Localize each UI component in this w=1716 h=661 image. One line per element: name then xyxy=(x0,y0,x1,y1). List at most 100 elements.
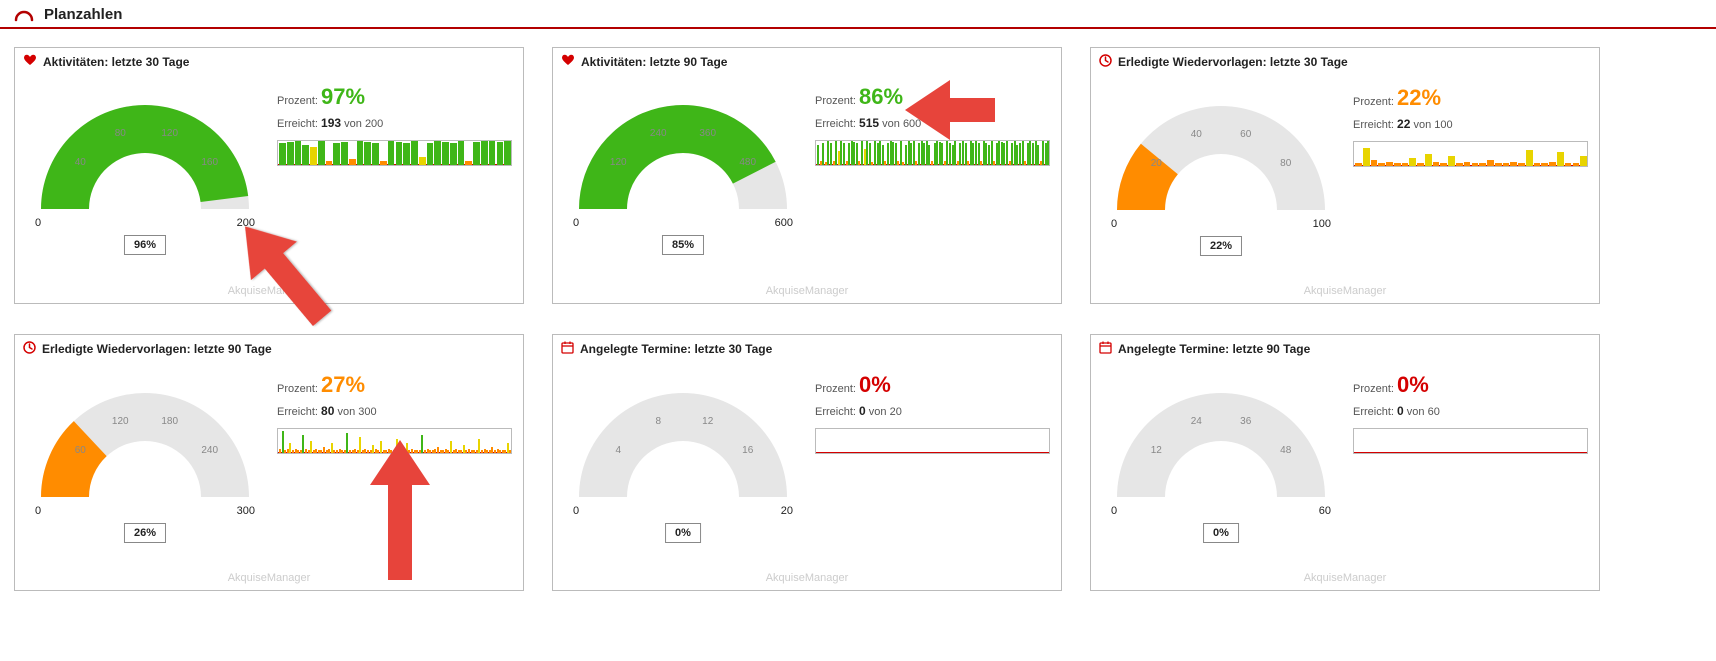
heart-icon xyxy=(23,54,37,69)
gauge-chart: 60120180240 0 300 26% xyxy=(25,367,265,557)
stats-panel: Prozent: 0% Erreicht: 0 von 20 xyxy=(815,367,1051,557)
percent-value: 0% xyxy=(859,372,891,397)
svg-text:12: 12 xyxy=(1151,445,1163,456)
reached-value: 193 xyxy=(321,116,341,130)
watermark: AkquiseManager xyxy=(1091,285,1599,297)
axis-max: 60 xyxy=(1319,505,1331,517)
percent-row: Prozent: 86% xyxy=(815,79,1051,114)
axis-max: 100 xyxy=(1313,218,1331,230)
reached-row: Erreicht: 193 von 200 xyxy=(277,114,513,134)
percent-value: 97% xyxy=(321,84,365,109)
svg-text:80: 80 xyxy=(115,128,127,139)
reached-value: 515 xyxy=(859,116,879,130)
card-header: Aktivitäten: letzte 30 Tage xyxy=(15,48,523,79)
metric-card-act30: Aktivitäten: letzte 30 Tage 4080120160 0… xyxy=(14,47,524,304)
svg-text:240: 240 xyxy=(650,128,667,139)
stats-panel: Prozent: 27% Erreicht: 80 von 300 xyxy=(277,367,513,557)
reached-row: Erreicht: 80 von 300 xyxy=(277,402,513,422)
svg-text:240: 240 xyxy=(201,445,218,456)
percent-row: Prozent: 0% xyxy=(1353,367,1589,402)
reached-value: 22 xyxy=(1397,117,1410,131)
svg-text:120: 120 xyxy=(610,157,627,168)
card-title: Angelegte Termine: letzte 90 Tage xyxy=(1118,342,1310,356)
svg-text:80: 80 xyxy=(1280,158,1292,169)
card-title: Erledigte Wiedervorlagen: letzte 30 Tage xyxy=(1118,55,1348,69)
axis-max: 20 xyxy=(781,505,793,517)
stats-panel: Prozent: 86% Erreicht: 515 von 600 xyxy=(815,79,1051,269)
target-value: 60 xyxy=(1428,406,1440,418)
percent-label: Prozent: xyxy=(1353,383,1394,395)
svg-text:160: 160 xyxy=(201,157,218,168)
stats-panel: Prozent: 22% Erreicht: 22 von 100 xyxy=(1353,80,1589,270)
card-title: Aktivitäten: letzte 30 Tage xyxy=(43,55,189,69)
svg-text:120: 120 xyxy=(112,416,129,427)
svg-text:12: 12 xyxy=(702,416,714,427)
von-label: von xyxy=(344,118,362,130)
gauge-chart: 4080120160 0 200 96% xyxy=(25,79,265,269)
svg-text:180: 180 xyxy=(161,416,178,427)
gauge-chart: 481216 0 20 0% xyxy=(563,367,803,557)
percent-value: 86% xyxy=(859,84,903,109)
reached-row: Erreicht: 0 von 60 xyxy=(1353,402,1589,422)
von-label: von xyxy=(1407,406,1425,418)
axis-min: 0 xyxy=(1111,505,1117,517)
stats-panel: Prozent: 97% Erreicht: 193 von 200 xyxy=(277,79,513,269)
target-value: 600 xyxy=(903,118,921,130)
gauge-chart: 12243648 0 60 0% xyxy=(1101,367,1341,557)
percent-value: 22% xyxy=(1397,85,1441,110)
reached-label: Erreicht: xyxy=(1353,119,1394,131)
clock-icon xyxy=(23,341,36,357)
calendar-icon xyxy=(561,341,574,357)
card-title: Erledigte Wiedervorlagen: letzte 90 Tage xyxy=(42,342,272,356)
reached-value: 0 xyxy=(859,404,866,418)
calendar-icon xyxy=(1099,341,1112,357)
svg-text:480: 480 xyxy=(739,157,756,168)
axis-max: 600 xyxy=(775,217,793,229)
gauge-percent-box: 85% xyxy=(662,235,704,255)
reached-value: 80 xyxy=(321,404,334,418)
axis-max: 200 xyxy=(237,217,255,229)
svg-text:40: 40 xyxy=(75,157,87,168)
axis-min: 0 xyxy=(573,217,579,229)
clock-icon xyxy=(1099,54,1112,70)
svg-text:40: 40 xyxy=(1191,129,1203,140)
svg-text:20: 20 xyxy=(1151,158,1163,169)
gauge-logo-icon xyxy=(14,8,34,22)
target-value: 300 xyxy=(358,406,376,418)
von-label: von xyxy=(337,406,355,418)
axis-min: 0 xyxy=(573,505,579,517)
card-header: Angelegte Termine: letzte 30 Tage xyxy=(553,335,1061,367)
card-title: Angelegte Termine: letzte 30 Tage xyxy=(580,342,772,356)
axis-max: 300 xyxy=(237,505,255,517)
sparkline-chart xyxy=(277,140,512,166)
card-title: Aktivitäten: letzte 90 Tage xyxy=(581,55,727,69)
percent-label: Prozent: xyxy=(815,383,856,395)
reached-label: Erreicht: xyxy=(277,118,318,130)
target-value: 20 xyxy=(890,406,902,418)
section-header: Planzahlen xyxy=(0,0,1716,29)
sparkline-chart xyxy=(1353,428,1588,454)
percent-row: Prozent: 97% xyxy=(277,79,513,114)
card-header: Aktivitäten: letzte 90 Tage xyxy=(553,48,1061,79)
reached-value: 0 xyxy=(1397,404,1404,418)
gauge-chart: 120240360480 0 600 85% xyxy=(563,79,803,269)
gauge-percent-box: 26% xyxy=(124,523,166,543)
watermark: AkquiseManager xyxy=(1091,572,1599,584)
reached-label: Erreicht: xyxy=(815,118,856,130)
axis-min: 0 xyxy=(1111,218,1117,230)
reached-label: Erreicht: xyxy=(815,406,856,418)
watermark: AkquiseManager xyxy=(553,572,1061,584)
percent-row: Prozent: 22% xyxy=(1353,80,1589,115)
metric-card-wv30: Erledigte Wiedervorlagen: letzte 30 Tage… xyxy=(1090,47,1600,304)
percent-row: Prozent: 0% xyxy=(815,367,1051,402)
svg-text:8: 8 xyxy=(655,416,661,427)
percent-label: Prozent: xyxy=(277,95,318,107)
svg-text:36: 36 xyxy=(1240,416,1252,427)
svg-text:24: 24 xyxy=(1191,416,1203,427)
reached-label: Erreicht: xyxy=(277,406,318,418)
gauge-percent-box: 0% xyxy=(1203,523,1239,543)
sparkline-chart xyxy=(815,140,1050,166)
gauge-chart: 20406080 0 100 22% xyxy=(1101,80,1341,270)
metric-card-term90: Angelegte Termine: letzte 90 Tage 12 24 36… xyxy=(1090,334,1600,591)
percent-label: Prozent: xyxy=(815,95,856,107)
